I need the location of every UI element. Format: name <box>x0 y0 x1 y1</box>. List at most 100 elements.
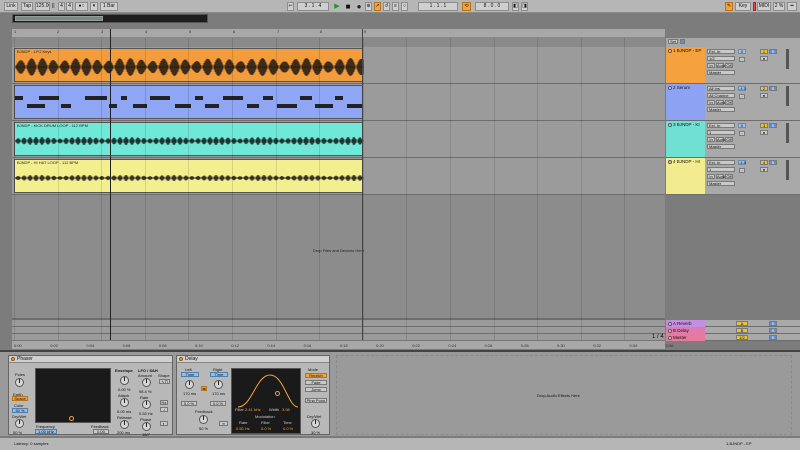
return-name[interactable]: Master <box>666 334 705 341</box>
send-button[interactable]: B <box>736 328 748 333</box>
track-activator-icon[interactable] <box>668 321 672 326</box>
track-name[interactable]: 3 BJNDP - KI <box>666 121 705 157</box>
solo-button[interactable]: S <box>769 123 777 128</box>
tempo-field[interactable]: 125.00 <box>35 2 50 11</box>
effects-drop-zone[interactable]: Drop Audio Effects Here <box>336 355 792 435</box>
send-button[interactable]: A <box>736 321 748 326</box>
envelope-knob[interactable] <box>120 376 129 385</box>
send-button[interactable]: 1/2 <box>736 335 748 340</box>
jump-button[interactable]: Jump <box>305 387 327 392</box>
left-offset-field[interactable]: 0.0 % <box>181 401 197 406</box>
right-time-button[interactable]: Time <box>210 372 228 377</box>
monitor-in-button[interactable]: In <box>707 63 715 68</box>
draw-mode-icon[interactable]: ✎ <box>725 2 733 11</box>
input-channel-menu[interactable]: 1/2 <box>707 56 735 61</box>
set-button[interactable]: Set <box>668 39 678 44</box>
input-type-menu[interactable]: Ext. In <box>707 49 735 54</box>
track-header-3[interactable]: 3 BJNDP - KI Ext. In 1 In Auto Off Master 0 ◦ 3 S ● <box>666 121 800 158</box>
phase-knob[interactable] <box>142 422 151 431</box>
input-type-menu[interactable]: All Ins <box>707 86 735 91</box>
arrangement-overview[interactable] <box>12 14 208 23</box>
solo-button[interactable]: S <box>769 86 777 91</box>
arm-button[interactable]: ● <box>760 130 768 135</box>
track-activator-button[interactable]: 3 <box>760 123 768 128</box>
play-icon[interactable]: ▶ <box>333 2 341 11</box>
track-activator-button[interactable]: 1 <box>760 49 768 54</box>
fade-button[interactable]: Fade <box>305 380 327 385</box>
output-menu[interactable]: Master <box>707 144 735 149</box>
input-channel-menu[interactable]: All Channe <box>707 93 735 98</box>
earth-button[interactable]: Space <box>12 396 28 401</box>
solo-button[interactable]: S <box>769 49 777 54</box>
track-name[interactable]: 1 BJNDP - EP <box>666 47 705 83</box>
rate-hz-button[interactable]: Hz <box>160 400 168 405</box>
rate-sync-button[interactable]: ♪ <box>160 407 168 412</box>
track-activator-icon[interactable] <box>668 159 672 164</box>
output-menu[interactable]: Master <box>707 181 735 186</box>
quantization-menu[interactable]: 1 Bar <box>100 2 118 11</box>
track-header-4[interactable]: 4 BJNDP - HI Ext. In 1 In Auto Off Master -4.8 ◦… <box>666 158 800 195</box>
track-activator-icon[interactable] <box>668 48 672 53</box>
volume-field[interactable]: 0 <box>738 123 746 128</box>
arm-button[interactable]: ● <box>760 56 768 61</box>
time-ruler[interactable]: 0:00 0:02 0:04 0:06 0:08 0:10 0:12 0:14 0:16 0:18… <box>12 340 673 349</box>
monitor-auto-button[interactable]: Auto <box>716 63 725 68</box>
monitor-in-button[interactable]: In <box>707 100 715 105</box>
record-icon[interactable]: ● <box>355 2 363 11</box>
monitor-off-button[interactable]: Off <box>725 63 733 68</box>
link-button[interactable]: Link <box>4 2 18 11</box>
track-activator-icon[interactable] <box>668 335 672 340</box>
monitor-auto-button[interactable]: Auto <box>716 137 725 142</box>
monitor-off-button[interactable]: Off <box>725 100 733 105</box>
repitch-button[interactable]: Repitch <box>305 373 327 378</box>
link-button[interactable]: ⇆ <box>201 386 207 391</box>
track-name[interactable]: 2 Serum <box>666 84 705 120</box>
return-track-2[interactable]: B Delay B S <box>666 327 800 334</box>
metronome-menu-icon[interactable]: ▾ <box>90 2 98 11</box>
delay-title-bar[interactable]: Delay <box>177 356 329 363</box>
output-menu[interactable]: Master <box>707 70 735 75</box>
time-sig-denominator[interactable]: 4 <box>66 2 73 11</box>
release-knob[interactable] <box>120 420 129 429</box>
solo-button[interactable]: S <box>769 335 777 340</box>
monitor-in-button[interactable]: In <box>707 174 715 179</box>
volume-field[interactable]: 0 <box>738 49 746 54</box>
poles-knob[interactable] <box>15 378 24 387</box>
punch-out-icon[interactable]: ◨ <box>521 2 528 11</box>
right-time-knob[interactable] <box>214 380 223 389</box>
tempo-nudge-icon[interactable]: ||| <box>51 2 56 11</box>
arm-button[interactable]: ● <box>760 167 768 172</box>
feedback-field[interactable]: 0.00 <box>93 429 109 434</box>
xy-handle[interactable] <box>69 416 74 421</box>
phaser-device[interactable]: Phaser Poles Earth Space Color 50 % Dry/… <box>8 355 173 437</box>
track-activator-icon[interactable] <box>668 122 672 127</box>
monitor-in-button[interactable]: In <box>707 137 715 142</box>
track-activator-button[interactable]: 2 <box>760 86 768 91</box>
overview-view-box[interactable] <box>15 16 103 21</box>
color-field[interactable]: 50 % <box>12 408 28 413</box>
track-activator-button[interactable]: 4 <box>760 160 768 165</box>
ping-pong-button[interactable]: Ping Pong <box>305 398 327 403</box>
pan-knob[interactable]: ◦ <box>739 131 745 136</box>
track-header-1[interactable]: 1 BJNDP - EP Ext. In 1/2 In Auto Off Master 0 ◦ 1… <box>666 47 800 84</box>
monitor-auto-button[interactable]: Auto <box>716 174 725 179</box>
right-offset-field[interactable]: 0.0 % <box>210 401 226 406</box>
return-track-1[interactable]: A Reverb A S <box>666 320 800 327</box>
re-enable-automation-icon[interactable]: ↺ <box>383 2 390 11</box>
punch-in-icon[interactable]: ◧ <box>512 2 519 11</box>
solo-button[interactable]: S <box>769 321 777 326</box>
volume-field[interactable]: -4.8 <box>738 160 746 165</box>
output-menu[interactable]: Master <box>707 107 735 112</box>
track-activator-icon[interactable] <box>668 85 672 90</box>
mod-time-value[interactable]: 0.0 % <box>283 426 293 431</box>
solo-button[interactable]: S <box>769 328 777 333</box>
attack-knob[interactable] <box>120 398 129 407</box>
mod-filter-value[interactable]: 0.0 % <box>261 426 271 431</box>
left-time-knob[interactable] <box>185 380 194 389</box>
phaser-title-bar[interactable]: Phaser <box>9 356 172 363</box>
monitor-off-button[interactable]: Off <box>725 174 733 179</box>
input-type-menu[interactable]: Ext. In <box>707 160 735 165</box>
capture-midi-icon[interactable]: ≡ <box>392 2 399 11</box>
pan-knob[interactable]: ◦ <box>739 168 745 173</box>
rate-knob[interactable] <box>142 400 151 409</box>
